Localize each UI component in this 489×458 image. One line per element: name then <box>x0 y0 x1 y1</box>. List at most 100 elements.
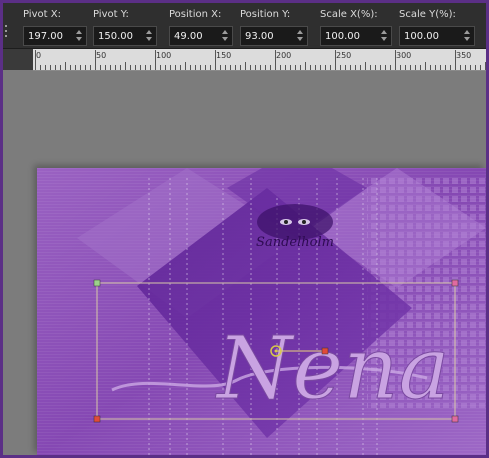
ruler-tick <box>85 65 86 70</box>
spin-up-icon[interactable] <box>297 30 303 34</box>
ruler-tick <box>180 65 181 70</box>
spin-down-icon[interactable] <box>464 37 470 41</box>
pivot-y-spinner[interactable] <box>145 29 154 43</box>
ruler-tick <box>355 65 356 70</box>
canvas-artwork: Sandelholm Nena <box>37 168 486 455</box>
ruler-tick <box>350 65 351 70</box>
ruler-tick <box>245 62 246 70</box>
scale-x-input[interactable]: 100.00 <box>320 26 392 46</box>
scale-x-value[interactable]: 100.00 <box>325 30 360 43</box>
ruler-tick <box>380 65 381 70</box>
position-x-input[interactable]: 49.00 <box>169 26 233 46</box>
ruler-tick <box>75 65 76 70</box>
pivot-x-label: Pivot X: <box>23 9 61 20</box>
ruler-tick <box>135 65 136 70</box>
horizontal-ruler[interactable]: 0 50 100 150 200 250 300 350 <box>33 49 486 71</box>
ruler-tick <box>275 50 276 70</box>
ruler-tick <box>115 65 116 70</box>
selection-handle-top-right[interactable] <box>451 279 459 287</box>
ruler-tick <box>415 65 416 70</box>
position-y-value[interactable]: 93.00 <box>245 30 274 43</box>
ruler-tick <box>455 50 456 70</box>
ruler-tick <box>290 65 291 70</box>
ruler-tick <box>155 50 156 70</box>
ruler-tick <box>220 65 221 70</box>
ruler-label: 300 <box>396 51 412 60</box>
selection-handle-top-left[interactable] <box>93 279 101 287</box>
position-x-spinner[interactable] <box>221 29 230 43</box>
ruler-tick <box>315 65 316 70</box>
ruler-tick <box>110 65 111 70</box>
ruler-tick <box>365 62 366 70</box>
toolbar-grip-handle[interactable] <box>5 25 11 39</box>
ruler-tick <box>230 65 231 70</box>
signature-text: Sandelholm <box>256 235 334 250</box>
scale-x-spinner[interactable] <box>380 29 389 43</box>
ruler-tick <box>215 50 216 70</box>
ruler-tick <box>370 65 371 70</box>
spin-up-icon[interactable] <box>76 30 82 34</box>
ruler-tick <box>125 62 126 70</box>
position-y-spinner[interactable] <box>296 29 305 43</box>
ruler-label: 0 <box>36 51 42 60</box>
spin-down-icon[interactable] <box>146 37 152 41</box>
scale-y-value[interactable]: 100.00 <box>404 30 439 43</box>
ruler-tick <box>255 65 256 70</box>
ruler-tick <box>460 65 461 70</box>
spin-up-icon[interactable] <box>222 30 228 34</box>
ruler-tick <box>55 65 56 70</box>
spin-up-icon[interactable] <box>381 30 387 34</box>
ruler-tick <box>475 65 476 70</box>
pivot-x-input[interactable]: 197.00 <box>23 26 87 46</box>
spin-down-icon[interactable] <box>297 37 303 41</box>
ruler-tick <box>375 65 376 70</box>
ruler-tick <box>470 65 471 70</box>
pivot-x-value[interactable]: 197.00 <box>28 30 63 43</box>
spin-up-icon[interactable] <box>146 30 152 34</box>
ruler-tick <box>310 65 311 70</box>
pivot-center-dot <box>274 349 278 353</box>
ruler-tick <box>145 65 146 70</box>
ruler-tick <box>210 65 211 70</box>
ruler-tick <box>70 65 71 70</box>
ruler-tick <box>150 65 151 70</box>
ruler-tick <box>340 65 341 70</box>
ruler-tick <box>65 62 66 70</box>
ruler-tick <box>225 65 226 70</box>
ruler-tick <box>320 65 321 70</box>
ruler-tick <box>50 65 51 70</box>
ruler-tick <box>410 65 411 70</box>
ruler-tick <box>295 65 296 70</box>
ruler-tick <box>100 65 101 70</box>
ruler-tick <box>185 62 186 70</box>
spin-down-icon[interactable] <box>381 37 387 41</box>
ruler-tick <box>105 65 106 70</box>
pivot-x-spinner[interactable] <box>75 29 84 43</box>
pivot-y-value[interactable]: 150.00 <box>98 30 133 43</box>
spin-down-icon[interactable] <box>222 37 228 41</box>
ruler-label: 200 <box>276 51 292 60</box>
rotation-handle[interactable] <box>321 347 329 355</box>
position-y-input[interactable]: 93.00 <box>240 26 308 46</box>
selection-handle-bottom-left[interactable] <box>93 415 101 423</box>
ruler-tick <box>200 65 201 70</box>
pivot-y-input[interactable]: 150.00 <box>93 26 157 46</box>
ruler-label: 100 <box>156 51 172 60</box>
ruler-tick <box>345 65 346 70</box>
scale-y-spinner[interactable] <box>463 29 472 43</box>
ruler-tick <box>250 65 251 70</box>
scale-y-input[interactable]: 100.00 <box>399 26 475 46</box>
selection-handle-bottom-right[interactable] <box>451 415 459 423</box>
ruler-tick <box>95 50 96 70</box>
spin-down-icon[interactable] <box>76 37 82 41</box>
ruler-label: 50 <box>96 51 107 60</box>
position-x-value[interactable]: 49.00 <box>174 30 203 43</box>
ruler-tick <box>440 65 441 70</box>
image-canvas[interactable]: Sandelholm Nena <box>37 168 486 455</box>
ruler-tick <box>165 65 166 70</box>
ruler-tick <box>40 65 41 70</box>
ruler-tick <box>300 65 301 70</box>
ruler-tick <box>390 65 391 70</box>
position-y-label: Position Y: <box>240 9 291 20</box>
spin-up-icon[interactable] <box>464 30 470 34</box>
